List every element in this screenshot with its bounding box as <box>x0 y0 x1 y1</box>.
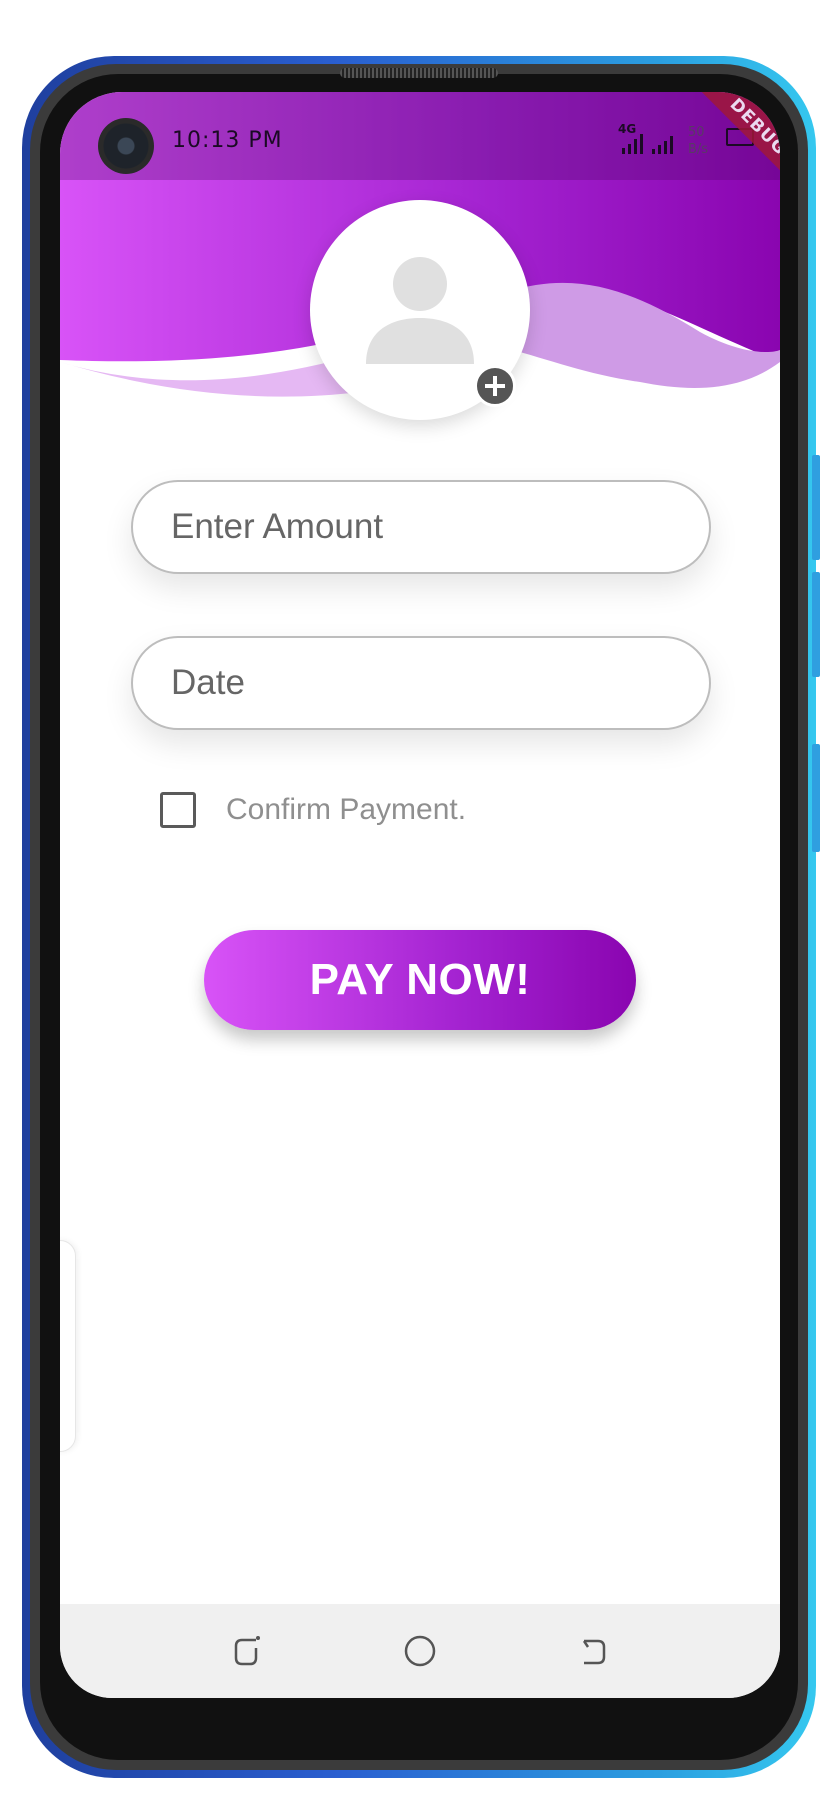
amount-input[interactable] <box>131 480 711 574</box>
home-icon <box>404 1635 436 1667</box>
add-photo-button[interactable] <box>474 365 516 407</box>
signal-icon <box>622 132 646 154</box>
confirm-payment-checkbox[interactable] <box>160 792 196 828</box>
app-screen: 10:13 PM 4G 50 B/s DEBUG Enter Amount Da… <box>60 92 780 1698</box>
recents-button[interactable] <box>222 1626 272 1676</box>
status-time: 10:13 PM <box>172 128 283 153</box>
plus-icon <box>485 376 505 396</box>
pay-now-button[interactable]: PAY NOW! <box>204 930 636 1030</box>
date-input[interactable] <box>131 636 711 730</box>
home-button[interactable] <box>395 1626 445 1676</box>
network-speed-unit: B/s <box>688 142 709 157</box>
edge-panel-handle[interactable] <box>60 1240 76 1452</box>
back-icon <box>582 1639 606 1665</box>
back-button[interactable] <box>568 1626 618 1676</box>
page: 10:13 PM 4G 50 B/s DEBUG Enter Amount Da… <box>0 0 840 1800</box>
network-speed-value: 50 <box>688 125 705 140</box>
signal-icon-2 <box>652 132 676 154</box>
front-camera <box>98 118 154 174</box>
power-button <box>812 744 820 852</box>
confirm-payment-label: Confirm Payment. <box>226 793 467 826</box>
navigation-bar <box>60 1604 780 1698</box>
speaker-grille <box>340 68 498 78</box>
network-speed: 50 B/s <box>688 124 708 158</box>
volume-down-button <box>812 572 820 677</box>
recents-icon <box>234 1636 260 1666</box>
volume-up-button <box>812 455 820 560</box>
